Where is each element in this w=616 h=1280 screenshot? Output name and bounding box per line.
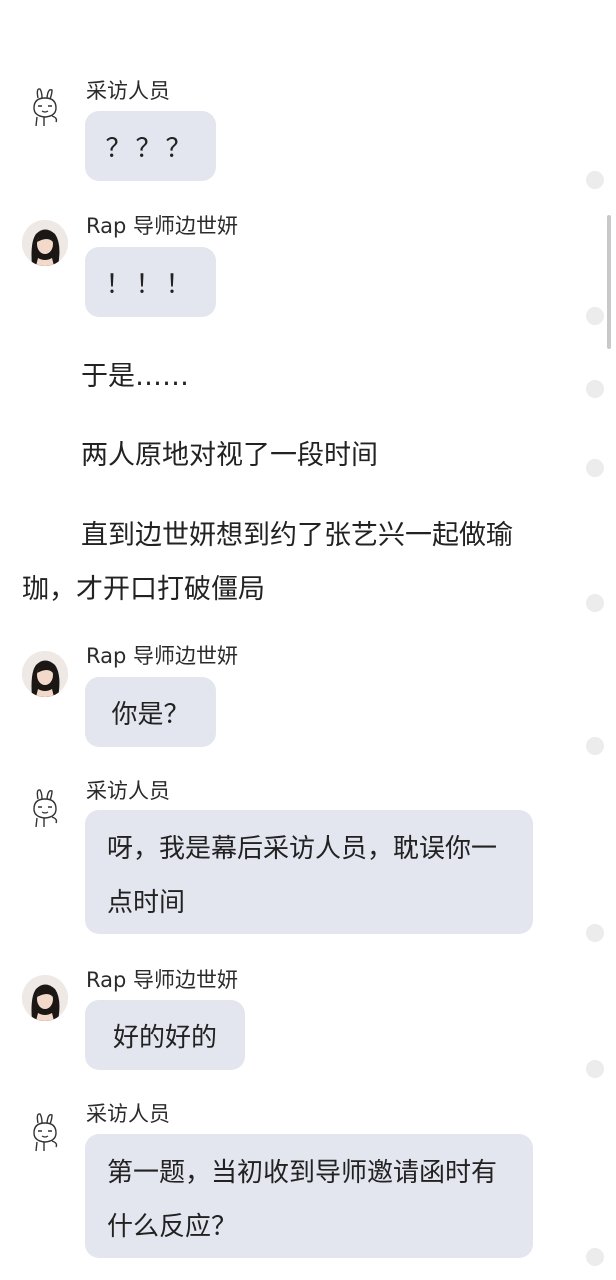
narration-text: 两人原地对视了一段时间 [81,440,378,471]
rabbit-avatar-icon[interactable] [22,1109,68,1155]
message-bubble[interactable]: ？？？ [85,111,216,181]
message-bubble[interactable]: 你是？ [85,677,216,747]
narration-text: 珈，才开口打破僵局 [22,574,265,605]
comment-dot-icon[interactable] [586,380,604,398]
comment-dot-icon[interactable] [586,459,604,477]
girl-avatar-icon[interactable] [22,975,68,1021]
rabbit-avatar-icon[interactable] [22,785,68,831]
message-bubble[interactable]: ！！！ [85,247,216,317]
comment-dot-icon[interactable] [586,1060,604,1078]
sender-name: Rap 导师边世妍 [86,214,239,238]
scrollbar[interactable] [607,215,611,349]
comment-dot-icon[interactable] [586,594,604,612]
narration-text: 直到边世妍想到约了张艺兴一起做瑜 [81,520,513,551]
comment-dot-icon[interactable] [586,924,604,942]
girl-avatar-icon[interactable] [22,220,68,266]
comment-dot-icon[interactable] [586,737,604,755]
message-bubble[interactable]: 呀，我是幕后采访人员，耽误你一点时间 [85,810,533,934]
message-bubble[interactable]: 第一题，当初收到导师邀请函时有什么反应？ [85,1134,533,1258]
message-bubble[interactable]: 好的好的 [85,1000,245,1070]
sender-name: Rap 导师边世妍 [86,644,239,668]
rabbit-avatar-icon[interactable] [22,84,68,130]
sender-name: 采访人员 [86,1102,170,1126]
sender-name: 采访人员 [86,779,170,803]
narration-text: 于是…… [81,361,189,392]
comment-dot-icon[interactable] [586,171,604,189]
sender-name: Rap 导师边世妍 [86,968,239,992]
girl-avatar-icon[interactable] [22,651,68,697]
sender-name: 采访人员 [86,79,170,103]
comment-dot-icon[interactable] [586,1248,604,1266]
comment-dot-icon[interactable] [586,307,604,325]
chat-story-screen: 采访人员 ？？？ Rap 导师边世妍 ！！！ 于是…… 两人原地对视了一段时间 … [0,0,616,1280]
